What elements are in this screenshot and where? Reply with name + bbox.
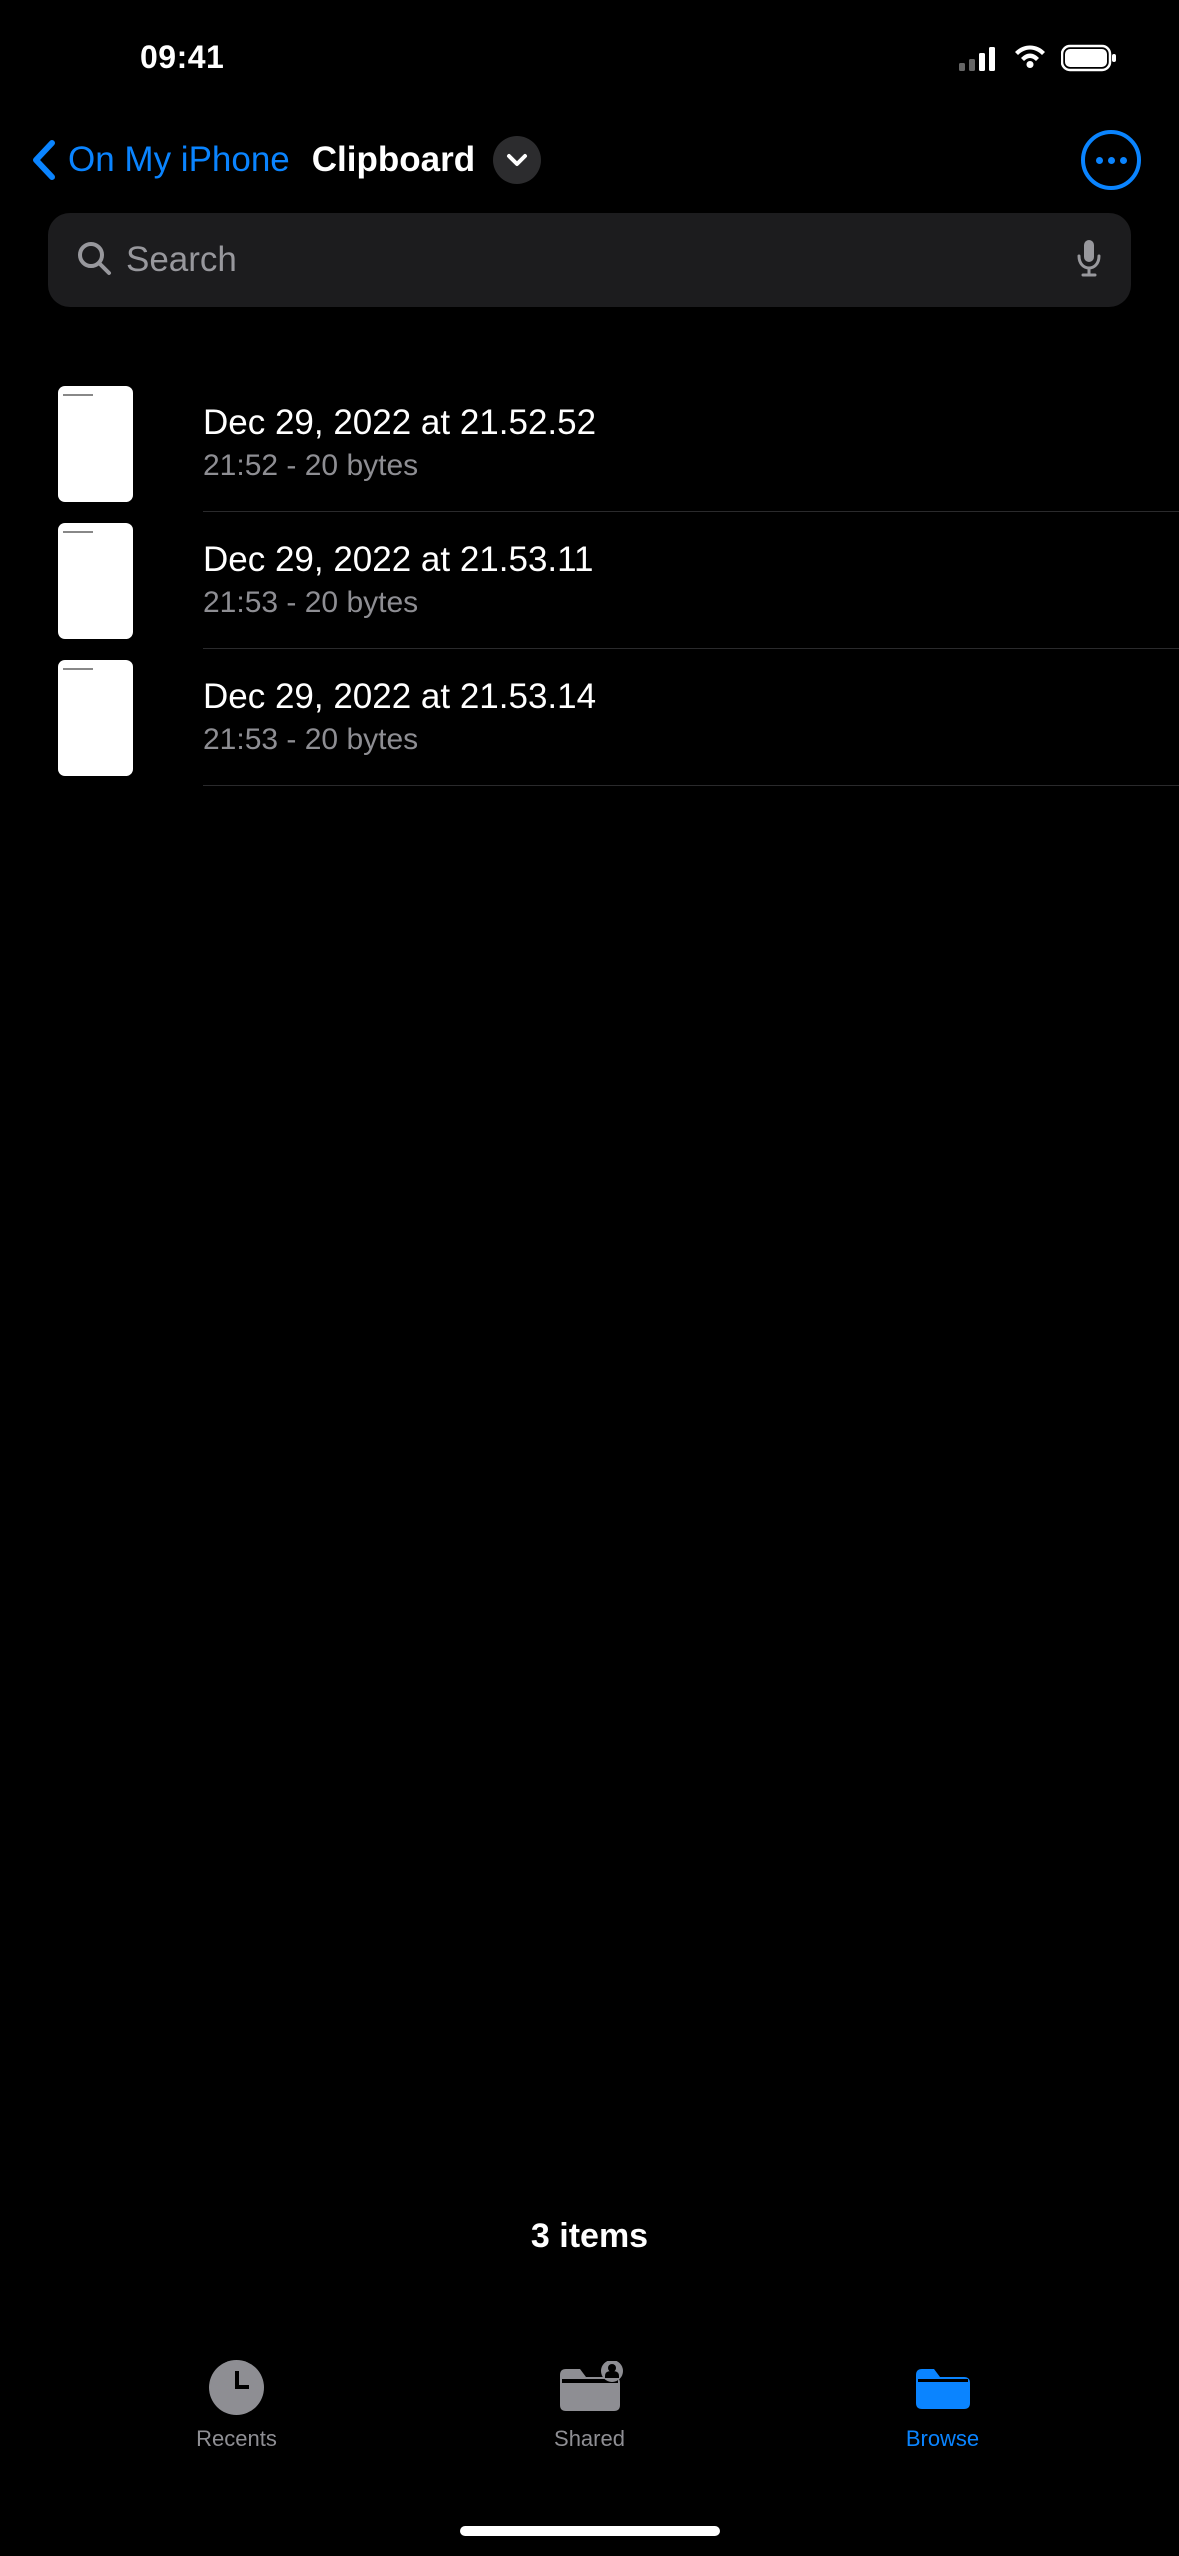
- back-button[interactable]: On My iPhone: [30, 139, 290, 181]
- search-placeholder: Search: [126, 240, 1075, 280]
- ellipsis-icon: [1096, 157, 1127, 164]
- file-list: Dec 29, 2022 at 21.52.52 21:52 - 20 byte…: [0, 325, 1179, 786]
- view-toggle-button[interactable]: [493, 136, 541, 184]
- microphone-icon[interactable]: [1075, 238, 1103, 283]
- cellular-icon: [959, 45, 999, 71]
- search-icon: [76, 240, 112, 281]
- tab-browse[interactable]: Browse: [853, 2358, 1033, 2452]
- more-options-button[interactable]: [1081, 130, 1141, 190]
- file-meta: 21:53 - 20 bytes: [203, 586, 1179, 620]
- battery-icon: [1061, 44, 1119, 72]
- file-meta: 21:52 - 20 bytes: [203, 449, 1179, 483]
- file-meta: 21:53 - 20 bytes: [203, 723, 1179, 757]
- folder-icon: [912, 2363, 974, 2411]
- status-time: 09:41: [140, 39, 224, 76]
- clock-icon: [209, 2360, 264, 2415]
- back-label: On My iPhone: [68, 140, 290, 180]
- status-icons: [959, 44, 1119, 72]
- file-name: Dec 29, 2022 at 21.53.14: [203, 677, 1179, 717]
- file-thumbnail-icon: [58, 660, 133, 776]
- tab-bar: Recents Shared Browse: [0, 2338, 1179, 2508]
- file-row[interactable]: Dec 29, 2022 at 21.53.14 21:53 - 20 byte…: [0, 649, 1179, 786]
- item-count: 3 items: [0, 2217, 1179, 2256]
- tab-recents[interactable]: Recents: [147, 2358, 327, 2452]
- chevron-left-icon: [30, 139, 58, 181]
- file-thumbnail-icon: [58, 523, 133, 639]
- file-name: Dec 29, 2022 at 21.52.52: [203, 403, 1179, 443]
- shared-folder-icon: [556, 2361, 624, 2413]
- search-container: Search: [0, 205, 1179, 325]
- file-row[interactable]: Dec 29, 2022 at 21.52.52 21:52 - 20 byte…: [0, 375, 1179, 512]
- tab-shared[interactable]: Shared: [500, 2358, 680, 2452]
- tab-label: Browse: [906, 2426, 979, 2452]
- nav-header: On My iPhone Clipboard: [0, 115, 1179, 205]
- wifi-icon: [1011, 44, 1049, 72]
- status-bar: 09:41: [0, 0, 1179, 115]
- home-indicator[interactable]: [460, 2526, 720, 2536]
- tab-label: Recents: [196, 2426, 277, 2452]
- tab-label: Shared: [554, 2426, 625, 2452]
- file-name: Dec 29, 2022 at 21.53.11: [203, 540, 1179, 580]
- file-thumbnail-icon: [58, 386, 133, 502]
- chevron-down-icon: [506, 153, 528, 167]
- file-row[interactable]: Dec 29, 2022 at 21.53.11 21:53 - 20 byte…: [0, 512, 1179, 649]
- page-title: Clipboard: [312, 140, 475, 180]
- search-input[interactable]: Search: [48, 213, 1131, 307]
